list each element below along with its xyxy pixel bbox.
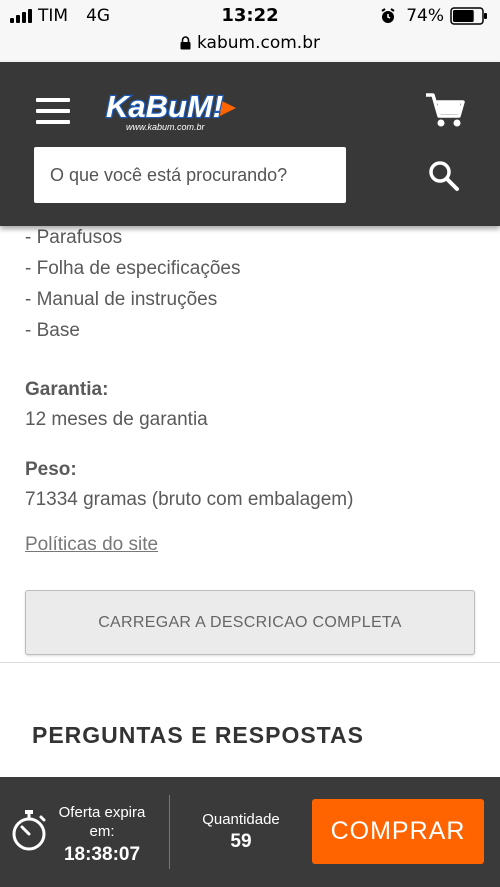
- quantity-label: Quantidade: [202, 811, 280, 828]
- section-divider: [0, 662, 500, 663]
- load-full-description-button[interactable]: CARREGAR A DESCRICAO COMPLETA: [25, 590, 475, 655]
- included-item: - Folha de especificações: [25, 258, 241, 279]
- search-input[interactable]: [34, 147, 346, 203]
- quantity-value: 59: [230, 831, 252, 852]
- alarm-icon: [381, 8, 395, 23]
- status-bar: TIM 4G 13:22 74%: [0, 0, 500, 32]
- warranty-label: Garantia:: [25, 379, 109, 400]
- offer-label: Oferta expira: [58, 804, 146, 821]
- purchase-bar: Oferta expira em: 18:38:07 Quantidade 59…: [0, 777, 500, 887]
- battery-icon: [450, 7, 487, 25]
- search-icon[interactable]: [428, 160, 460, 192]
- quantity-display: Quantidade 59: [196, 811, 286, 854]
- url-text: kabum.com.br: [197, 33, 320, 53]
- battery-percent: 74%: [406, 6, 444, 26]
- warranty-value: 12 meses de garantia: [25, 409, 208, 430]
- offer-timer: 18:38:07: [63, 844, 141, 865]
- weight-label: Peso:: [25, 459, 77, 480]
- logo-subtext: www.kabum.com.br: [126, 122, 206, 132]
- logo-text: KaBuM!: [106, 89, 223, 124]
- stopwatch-icon: [12, 810, 46, 851]
- included-item: - Manual de instruções: [25, 289, 218, 310]
- offer-label-suffix: em:: [89, 823, 115, 840]
- site-policies-link[interactable]: Políticas do site: [25, 534, 158, 556]
- kabum-logo[interactable]: KaBuM! www.kabum.com.br: [104, 84, 239, 136]
- lock-icon: [180, 36, 191, 50]
- site-header: KaBuM! www.kabum.com.br: [0, 62, 500, 226]
- hamburger-menu-icon[interactable]: [36, 98, 70, 124]
- weight-value: 71334 gramas (bruto com embalagem): [25, 489, 354, 510]
- url-bar[interactable]: kabum.com.br: [0, 32, 500, 62]
- included-item: - Base: [25, 320, 80, 341]
- status-right: 74%: [380, 6, 488, 26]
- shopping-cart-icon[interactable]: [425, 92, 465, 128]
- buy-button[interactable]: COMPRAR: [312, 799, 484, 864]
- offer-countdown: Oferta expira em: 18:38:07: [50, 803, 154, 867]
- qa-section-heading: PERGUNTAS E RESPOSTAS: [32, 722, 364, 748]
- vertical-divider: [169, 795, 170, 869]
- included-item: - Parafusos: [25, 227, 123, 248]
- product-description: - Parafusos - Folha de especificações - …: [25, 226, 475, 556]
